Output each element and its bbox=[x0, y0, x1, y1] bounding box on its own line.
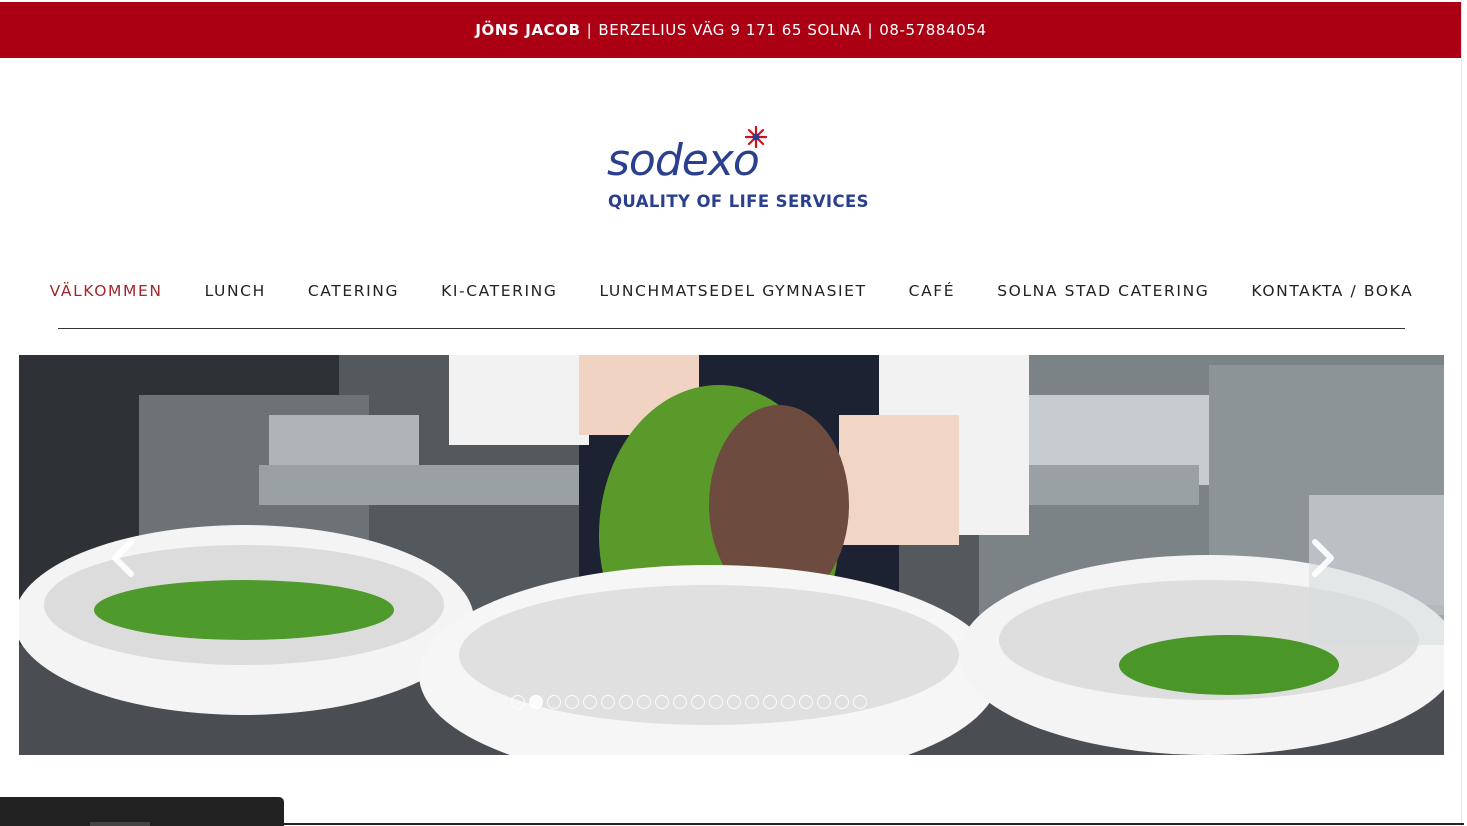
slider-dot[interactable] bbox=[673, 695, 687, 709]
logo-wordmark: sodexo bbox=[607, 135, 760, 186]
slider-dot[interactable] bbox=[781, 695, 795, 709]
nav-item-lunchmatsedel-gymnasiet[interactable]: LUNCHMATSEDEL GYMNASIET bbox=[578, 282, 887, 300]
main-navigation: VÄLKOMMEN LUNCH CATERING KI-CATERING LUN… bbox=[50, 270, 1412, 329]
slider-dot[interactable] bbox=[565, 695, 579, 709]
slider-dot[interactable] bbox=[835, 695, 849, 709]
separator: | bbox=[867, 21, 874, 39]
slider-dot[interactable] bbox=[727, 695, 741, 709]
scrollbar[interactable] bbox=[1461, 0, 1467, 826]
sodexo-logo[interactable]: sodexo QUALITY OF LIFE SERVICES bbox=[607, 126, 869, 218]
contact-bar: JÖNS JACOB | BERZELIUS VÄG 9 171 65 SOLN… bbox=[0, 2, 1462, 58]
nav-item-solna-stad-catering[interactable]: SOLNA STAD CATERING bbox=[976, 282, 1230, 300]
nav-item-catering[interactable]: CATERING bbox=[287, 282, 420, 300]
logo-tagline: QUALITY OF LIFE SERVICES bbox=[608, 192, 869, 211]
nav-item-valkommen[interactable]: VÄLKOMMEN bbox=[29, 282, 184, 300]
bottom-widget-tab[interactable] bbox=[0, 797, 284, 826]
nav-item-lunch[interactable]: LUNCH bbox=[184, 282, 287, 300]
divider bbox=[284, 823, 1464, 825]
slider-dot[interactable] bbox=[619, 695, 633, 709]
slider-dot[interactable] bbox=[583, 695, 597, 709]
separator: | bbox=[586, 21, 593, 39]
slider-dot[interactable] bbox=[817, 695, 831, 709]
slider-dot[interactable] bbox=[853, 695, 867, 709]
slider-dot[interactable] bbox=[691, 695, 705, 709]
slider-dot[interactable] bbox=[799, 695, 813, 709]
slider-dot[interactable] bbox=[709, 695, 723, 709]
slider-dot[interactable] bbox=[547, 695, 561, 709]
phone-number[interactable]: 08-57884054 bbox=[879, 21, 986, 39]
page: JÖNS JACOB | BERZELIUS VÄG 9 171 65 SOLN… bbox=[0, 0, 1467, 826]
image-slider[interactable] bbox=[19, 355, 1444, 755]
widget-handle bbox=[90, 822, 150, 826]
slider-pagination bbox=[511, 695, 867, 709]
nav-item-cafe[interactable]: CAFÉ bbox=[888, 282, 977, 300]
address: BERZELIUS VÄG 9 171 65 SOLNA bbox=[598, 21, 862, 39]
chevron-right-icon[interactable] bbox=[1307, 538, 1337, 578]
slider-dot[interactable] bbox=[655, 695, 669, 709]
nav-item-kontakta-boka[interactable]: KONTAKTA / BOKA bbox=[1230, 282, 1434, 300]
slider-dot[interactable] bbox=[637, 695, 651, 709]
star-icon bbox=[745, 126, 767, 148]
chevron-left-icon[interactable] bbox=[109, 538, 139, 578]
slider-dot[interactable] bbox=[511, 695, 525, 709]
slider-dot[interactable] bbox=[529, 695, 543, 709]
restaurant-name: JÖNS JACOB bbox=[475, 21, 581, 39]
nav-item-ki-catering[interactable]: KI-CATERING bbox=[420, 282, 578, 300]
slider-dot[interactable] bbox=[763, 695, 777, 709]
slider-dot[interactable] bbox=[745, 695, 759, 709]
slider-dot[interactable] bbox=[601, 695, 615, 709]
